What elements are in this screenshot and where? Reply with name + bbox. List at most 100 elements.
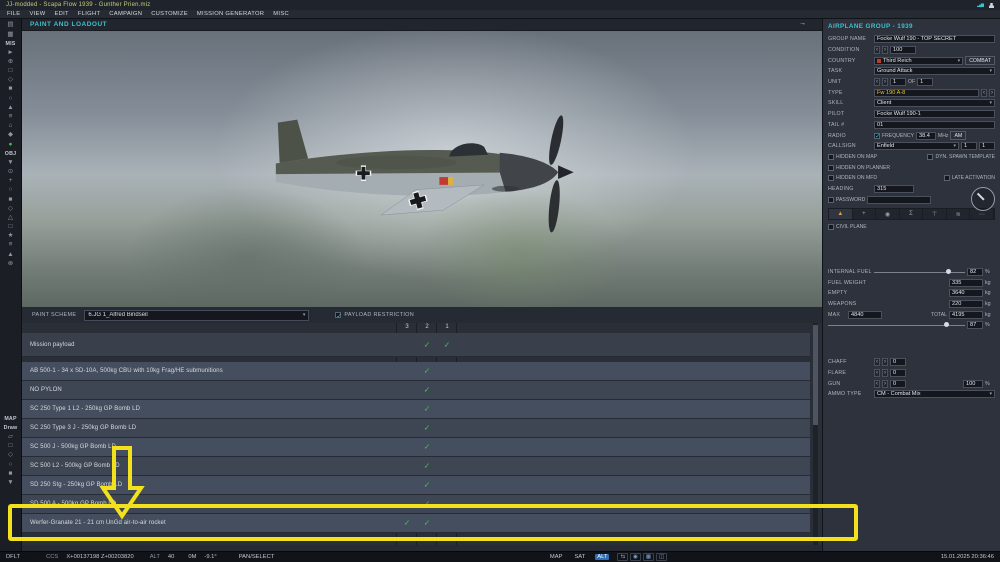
tool-icon[interactable]: ■ <box>2 85 20 94</box>
hidden-on-map-checkbox[interactable] <box>828 153 834 160</box>
flight-number-input[interactable]: 1 <box>979 142 995 151</box>
tool-icon[interactable]: ► <box>2 48 20 57</box>
loadout-tab-1-icon[interactable]: + <box>853 209 877 219</box>
tool-icon[interactable]: ● <box>2 140 20 149</box>
tool-icon[interactable]: △ <box>2 214 20 223</box>
payload-row[interactable]: SC 500 J - 500kg GP Bomb LD ✓ <box>22 438 810 457</box>
payload-row[interactable]: SD 500 A - 500kg GP Bomb LD ✓ <box>22 495 810 514</box>
prev-type-button[interactable]: ‹ <box>981 88 987 97</box>
gun-input[interactable]: 0 <box>890 379 906 388</box>
menu-customize[interactable]: CUSTOMIZE <box>151 11 188 17</box>
hidden-on-planner-checkbox[interactable] <box>828 164 834 171</box>
tool-icon[interactable]: ▼ <box>2 479 20 488</box>
tool-icon[interactable]: ■ <box>2 195 20 204</box>
pilot-input[interactable]: Focke Wulf 190-1 <box>874 110 995 119</box>
increment-button[interactable]: › <box>882 358 888 367</box>
internal-fuel-input[interactable]: 82 <box>967 268 983 277</box>
mode-indicator[interactable]: DFLT <box>6 554 20 560</box>
tool-icon[interactable]: ◇ <box>2 451 20 460</box>
type-value[interactable]: Fw 190 A-8 <box>874 88 979 97</box>
tool-icon[interactable]: ◇ <box>2 76 20 85</box>
civil-plane-checkbox[interactable] <box>828 224 834 231</box>
tool-icon[interactable]: ≡ <box>2 241 20 250</box>
aircraft-3d-view[interactable] <box>22 31 822 307</box>
slider-handle[interactable] <box>944 322 950 328</box>
payload-row[interactable]: SD 250 Stg - 250kg GP Bomb LD ✓ <box>22 476 810 495</box>
increment-button[interactable]: › <box>882 46 888 55</box>
menu-edit[interactable]: EDIT <box>54 11 68 17</box>
tool-icon[interactable]: ▼ <box>2 158 20 167</box>
statusbar-toggle-icon-3[interactable]: ◫ <box>656 553 668 561</box>
load-percent-input[interactable]: 87 <box>967 321 983 330</box>
decrement-button[interactable]: ‹ <box>874 379 880 388</box>
scrollbar-thumb[interactable] <box>813 325 818 425</box>
chaff-input[interactable]: 0 <box>890 358 906 367</box>
payload-row[interactable]: SC 250 Type 1 L2 - 250kg GP Bomb LD ✓ <box>22 400 810 419</box>
tool-icon[interactable]: ★ <box>2 232 20 241</box>
table-scrollbar[interactable] <box>813 323 818 545</box>
tool-icon[interactable]: □ <box>2 442 20 451</box>
payload-row[interactable]: SC 500 L2 - 500kg GP Bomb LD ✓ <box>22 457 810 476</box>
menu-campaign[interactable]: CAMPAIGN <box>109 11 142 17</box>
tool-icon[interactable]: ▦ <box>2 30 20 39</box>
tool-icon[interactable]: + <box>2 177 20 186</box>
load-slider[interactable] <box>828 321 965 329</box>
paint-scheme-select[interactable]: 6.JG 1_Alfred Bindseil ▾ <box>84 309 310 321</box>
slider-handle[interactable] <box>945 269 951 275</box>
menu-misc[interactable]: MISC <box>273 11 289 17</box>
password-input[interactable] <box>867 195 932 204</box>
menu-flight[interactable]: FLIGHT <box>78 11 100 17</box>
combat-button[interactable]: COMBAT <box>965 56 995 66</box>
dyn-spawn-checkbox[interactable] <box>927 153 934 160</box>
tool-icon[interactable]: □ <box>2 67 20 76</box>
unit-count-input[interactable]: 1 <box>890 78 906 87</box>
callsign-number-input[interactable]: 1 <box>961 142 977 151</box>
loadout-tab-3-icon[interactable]: Σ <box>900 209 924 219</box>
condition-input[interactable]: 100 <box>890 46 916 55</box>
alt-view-button[interactable]: ALT <box>595 554 610 560</box>
country-select[interactable]: Third Reich ▾ <box>874 56 964 65</box>
heading-compass[interactable] <box>971 187 995 211</box>
group-name-input[interactable]: Focke Wulf 190 - TOP SECRET <box>874 35 995 44</box>
statusbar-toggle-icon-2[interactable]: ▦ <box>642 553 655 561</box>
tail-number-input[interactable]: 01 <box>874 120 995 129</box>
payload-row[interactable]: AB 500-1 - 34 x SD-10A, 500kg CBU with 1… <box>22 362 810 381</box>
task-select[interactable]: Ground Attack ▾ <box>874 67 995 76</box>
fuel-slider[interactable] <box>874 268 965 276</box>
collapse-panel-arrow-icon[interactable]: → <box>799 20 806 27</box>
loadout-tab-0-icon[interactable]: ▲ <box>829 209 853 219</box>
sat-view-button[interactable]: SAT <box>572 554 587 560</box>
hidden-on-mfd-checkbox[interactable] <box>828 175 834 182</box>
payload-restriction-checkbox[interactable] <box>335 312 342 320</box>
loadout-tab-5-icon[interactable]: ≋ <box>947 209 971 219</box>
tool-icon[interactable]: ◇ <box>2 204 20 213</box>
password-checkbox[interactable] <box>828 196 834 203</box>
payload-row[interactable]: Werfer-Granate 21 - 21 cm UnGd air-to-ai… <box>22 514 810 533</box>
loadout-tab-2-icon[interactable]: ◉ <box>876 209 900 219</box>
increment-button[interactable]: › <box>882 78 888 87</box>
tool-icon[interactable]: ▲ <box>2 104 20 113</box>
menu-file[interactable]: FILE <box>7 11 20 17</box>
map-view-button[interactable]: MAP <box>548 554 565 560</box>
tool-icon[interactable]: ▱ <box>2 433 20 442</box>
statusbar-toggle-icon-1[interactable]: ◉ <box>630 553 641 561</box>
statusbar-toggle-icon-0[interactable]: ⇆ <box>617 553 629 561</box>
menu-view[interactable]: VIEW <box>29 11 45 17</box>
mission-payload-row[interactable]: Mission payload ✓ ✓ <box>22 333 810 357</box>
am-band-button[interactable]: AM <box>950 131 967 141</box>
payload-row[interactable]: NO PYLON ✓ <box>22 381 810 400</box>
menu-mission-generator[interactable]: MISSION GENERATOR <box>197 11 264 17</box>
tool-icon[interactable]: □ <box>2 223 20 232</box>
skill-select[interactable]: Client ▾ <box>874 99 995 108</box>
tool-icon[interactable]: ○ <box>2 94 20 103</box>
late-activation-checkbox[interactable] <box>943 175 950 182</box>
max-weight-input[interactable]: 4840 <box>848 310 882 319</box>
gun-percent-input[interactable]: 100 <box>963 379 983 388</box>
loadout-tab-4-icon[interactable]: ⊤ <box>923 209 947 219</box>
heading-input[interactable]: 315 <box>874 184 914 193</box>
decrement-button[interactable]: ‹ <box>874 78 880 87</box>
increment-button[interactable]: › <box>882 379 888 388</box>
flare-input[interactable]: 0 <box>890 368 906 377</box>
tool-icon[interactable]: ⊙ <box>2 168 20 177</box>
increment-button[interactable]: › <box>882 368 888 377</box>
